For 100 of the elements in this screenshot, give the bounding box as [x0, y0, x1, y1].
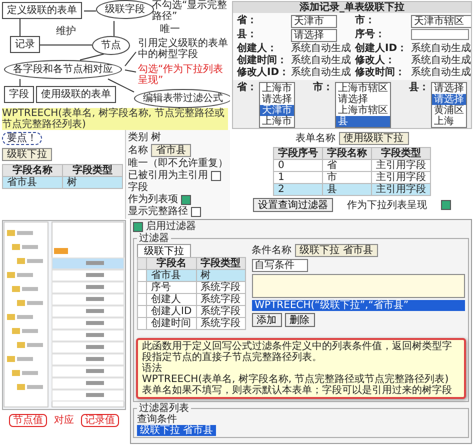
table-cell[interactable]: 系统字段 [196, 306, 246, 318]
dropdown-field[interactable]: 级联下拉 [2, 148, 52, 161]
diagram-ellipse: 各字段和各节点相对应 [4, 60, 122, 79]
diagram-ellipse: 编辑表带过滤公式 [134, 89, 230, 108]
column-header: 字段类型 [372, 148, 430, 160]
table-cell[interactable]: 省市县 [2, 176, 62, 188]
dropdown-list[interactable]: 上海市辖区 请选择 上海市辖区 县 [335, 82, 391, 128]
property-label: 类别 [128, 132, 148, 143]
table-cell[interactable]: 系统字段 [196, 318, 246, 330]
dropdown-value[interactable]: 上海市辖区 [336, 83, 390, 94]
diagram-box: 使用级联的表单 [36, 86, 116, 103]
dropdown-option[interactable]: 县 [336, 116, 390, 127]
table-cell[interactable]: 树 [196, 270, 246, 282]
diagram-box: 记录 [10, 36, 40, 53]
column-header: 字段名称 [322, 148, 372, 160]
select-field[interactable]: 天津市 [291, 15, 337, 28]
table-cell[interactable]: 省 [322, 160, 372, 172]
table-cell[interactable]: 2 [274, 184, 322, 196]
field-value: 系统自动生成 [291, 67, 352, 78]
dropdown-value[interactable]: 上海市 [260, 83, 294, 94]
table-cell[interactable]: 市 [322, 172, 372, 184]
table-cell[interactable]: 县 [322, 184, 372, 196]
name-field[interactable]: 省市县 [151, 144, 191, 157]
field-value: 系统自动生成 [291, 43, 352, 54]
column-header: 字段类型 [62, 164, 122, 176]
action-button[interactable]: 删除 [284, 313, 315, 327]
column-header: 字段名 [146, 258, 196, 270]
field-value: 系统自动生成 [411, 43, 471, 54]
diagram-box: 定义级联的表单 [2, 2, 82, 19]
field-label: 修改人ID： [237, 67, 290, 78]
table-cell[interactable]: 1 [274, 172, 322, 184]
condition-label: 条件名称 [252, 245, 292, 256]
mode-select[interactable]: 自写条件 [252, 259, 308, 272]
diagram-note: 唯一 [160, 24, 180, 35]
table-cell[interactable]: 树 [62, 176, 122, 188]
callout-badge: 要点！ [2, 132, 42, 145]
column-header: 字段类型 [196, 258, 246, 270]
table-cell[interactable]: 0 [274, 160, 322, 172]
dropdown-list[interactable]: 请选择 请选择 黄浦区 上海 [431, 82, 467, 128]
property-label: 名称 [128, 145, 148, 156]
action-button[interactable]: 添加 [252, 313, 282, 327]
checkbox[interactable] [191, 206, 201, 216]
table-cell[interactable]: 省市县 [146, 270, 196, 282]
table-cell[interactable]: 创建时间 [146, 318, 196, 330]
dropdown-option[interactable]: 上海市辖区 [336, 105, 390, 116]
diagram-ellipse: 节点 [92, 36, 130, 55]
checkbox[interactable] [211, 170, 221, 180]
table-cell[interactable]: 系统字段 [196, 282, 246, 294]
checkbox-label: 启用过滤器 [146, 221, 196, 232]
checkbox-label: 作为下拉列表呈现 [347, 200, 427, 210]
property-label: 已被引用为主引用 [128, 170, 208, 181]
condition-field[interactable]: 级联下拉 省市县 [294, 244, 378, 257]
dropdown-value[interactable]: 请选择 [432, 83, 466, 94]
table-cell[interactable]: 主引用字段 [372, 184, 430, 196]
table-cell[interactable]: 创建人 [146, 294, 196, 306]
dropdown-option[interactable]: 天津市 [260, 105, 294, 116]
checkbox[interactable] [133, 222, 143, 232]
form-name-label: 表单名称 [296, 133, 336, 144]
tooltip-description: 此函数用于定义回写公式过滤条件定义中的列表条件值，返回树类型字段指定节点的直接子节点完整路径列表。 [142, 341, 453, 363]
dropdown-option[interactable]: 上海市 [260, 116, 294, 127]
input-field[interactable] [411, 29, 469, 40]
select-field[interactable]: 天津市辖区 [411, 15, 471, 28]
checkbox[interactable] [181, 194, 191, 204]
field-label: 修改时间： [355, 67, 406, 78]
dropdown-list[interactable]: 上海市 请选择 天津市 上海市 [259, 82, 295, 128]
table-cell[interactable]: 主引用字段 [372, 172, 430, 184]
formula-text: WPTREECH(表单名, 树字段名称, 节点完整路径或节点完整路径列表) [2, 108, 228, 130]
callout-label: 记录值 [81, 414, 119, 427]
checkbox[interactable] [441, 200, 451, 210]
table-cell[interactable]: 主引用字段 [372, 160, 430, 172]
table-cell[interactable]: 创建人ID [146, 306, 196, 318]
field-label: 创建人： [237, 43, 278, 54]
property-label: 唯一（即不允许重复） [128, 158, 228, 169]
field-label: 县： [409, 82, 429, 93]
field-label: 省： [237, 82, 257, 93]
property-value: 树 [151, 132, 161, 143]
table-cell[interactable]: 系统字段 [196, 294, 246, 306]
form-name-field[interactable]: 使用级联下拉 [338, 132, 408, 145]
group-title: 过滤器列表 [139, 403, 190, 414]
diagram-box: 字段 [4, 86, 34, 103]
select-field[interactable]: 请选择 [291, 29, 337, 42]
list-header: 查询条件 [137, 414, 178, 425]
field-label: 市： [355, 15, 376, 28]
field-value: 系统自动生成 [291, 55, 352, 66]
table-cell[interactable]: 序号 [146, 282, 196, 294]
field-value: 系统自动生成 [411, 67, 471, 78]
annotation-text: 对应 [53, 415, 75, 426]
formula-editor[interactable] [252, 274, 465, 298]
property-label: 字段 [128, 182, 148, 193]
tooltip-note: 表单名如果不填写，则表示默认本表单；字段可以是引用过来的树字段 [142, 385, 453, 396]
dropdown-option[interactable]: 黄浦区 [432, 105, 466, 116]
dropdown-option[interactable]: 请选择 [260, 94, 294, 105]
tab[interactable]: 级联下拉 [137, 244, 191, 257]
field-label: 省： [237, 15, 258, 28]
list-item[interactable]: 级联下拉 省市县 [137, 425, 216, 436]
dropdown-option[interactable]: 请选择 [432, 94, 466, 105]
filter-button[interactable]: 设置查询过滤器 [253, 198, 333, 212]
tooltip-syntax: WPTREECH(表单名, 树字段名称, 节点完整路径或节点完整路径列表) [142, 374, 450, 385]
field-label: 创建时间： [237, 55, 288, 66]
field-label: 创建人ID： [355, 43, 408, 54]
